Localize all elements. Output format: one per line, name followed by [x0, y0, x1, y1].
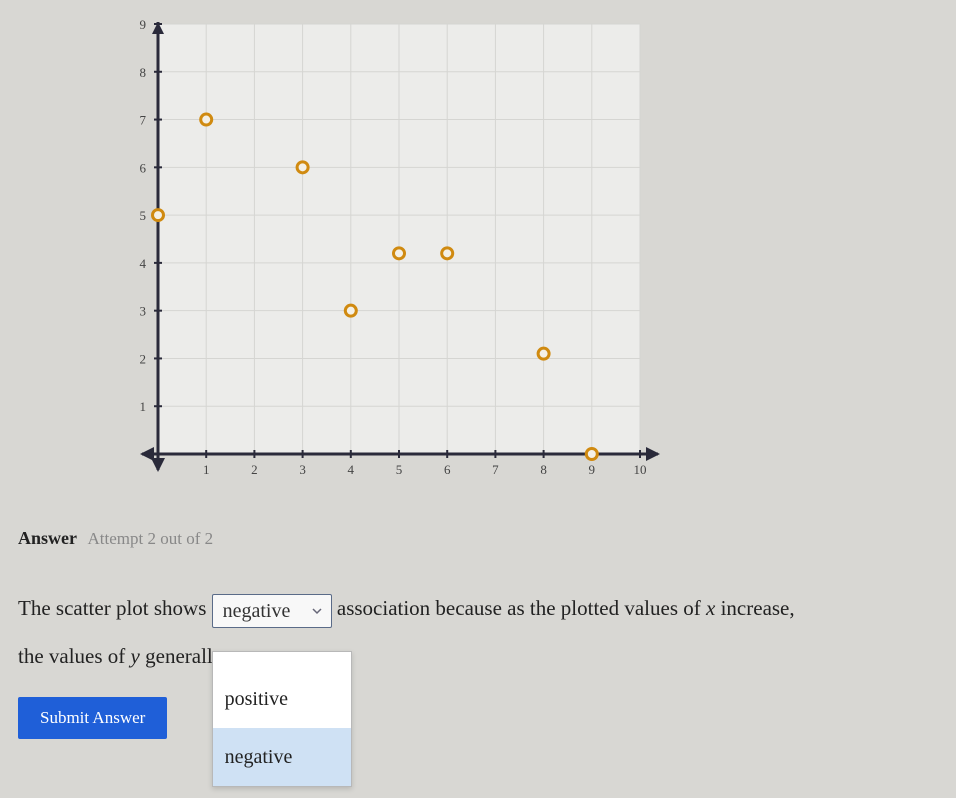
question-sentence: The scatter plot shows negative positive…: [18, 585, 946, 740]
association-select[interactable]: negative: [212, 594, 332, 628]
association-select-value: negative: [223, 589, 291, 633]
var-x: x: [706, 596, 715, 620]
sentence-line2a: the values of: [18, 644, 131, 668]
association-select-wrap: negative positive negative: [212, 587, 332, 633]
svg-text:3: 3: [140, 304, 147, 319]
var-y: y: [131, 644, 140, 668]
scatter-plot: 1 2 3 4 5 6 7 8 9 10 1 2 3 4 5 6 7 8 9: [110, 18, 690, 488]
svg-text:9: 9: [589, 462, 596, 477]
attempt-counter: Attempt 2 out of 2: [88, 529, 214, 548]
dropdown-option-blank[interactable]: [213, 652, 351, 670]
svg-text:3: 3: [299, 462, 306, 477]
sentence-part2: association because as the plotted value…: [337, 596, 706, 620]
svg-text:1: 1: [203, 462, 210, 477]
submit-answer-button[interactable]: Submit Answer: [18, 697, 167, 739]
svg-text:6: 6: [444, 462, 451, 477]
sentence-part3: increase,: [721, 596, 795, 620]
dropdown-option-negative[interactable]: negative: [213, 728, 351, 786]
svg-text:10: 10: [634, 462, 647, 477]
answer-section: Answer Attempt 2 out of 2 The scatter pl…: [18, 528, 946, 740]
svg-text:1: 1: [140, 399, 147, 414]
svg-text:2: 2: [140, 351, 147, 366]
svg-text:7: 7: [140, 113, 147, 128]
svg-text:2: 2: [251, 462, 258, 477]
sentence-part1: The scatter plot shows: [18, 596, 212, 620]
svg-text:8: 8: [540, 462, 547, 477]
dropdown-option-positive[interactable]: positive: [213, 670, 351, 728]
svg-text:4: 4: [140, 256, 147, 271]
svg-text:8: 8: [140, 65, 147, 80]
chevron-down-icon: [311, 605, 323, 617]
svg-text:5: 5: [140, 208, 147, 223]
svg-text:4: 4: [348, 462, 355, 477]
svg-text:9: 9: [140, 18, 147, 32]
svg-text:7: 7: [492, 462, 499, 477]
svg-text:6: 6: [140, 160, 147, 175]
answer-header: Answer Attempt 2 out of 2: [18, 528, 946, 549]
association-dropdown: positive negative: [212, 651, 352, 787]
chart-canvas: 1 2 3 4 5 6 7 8 9 10 1 2 3 4 5 6 7 8 9: [110, 18, 670, 488]
svg-text:5: 5: [396, 462, 403, 477]
answer-label: Answer: [18, 528, 77, 548]
sentence-line2b: generall: [145, 644, 213, 668]
